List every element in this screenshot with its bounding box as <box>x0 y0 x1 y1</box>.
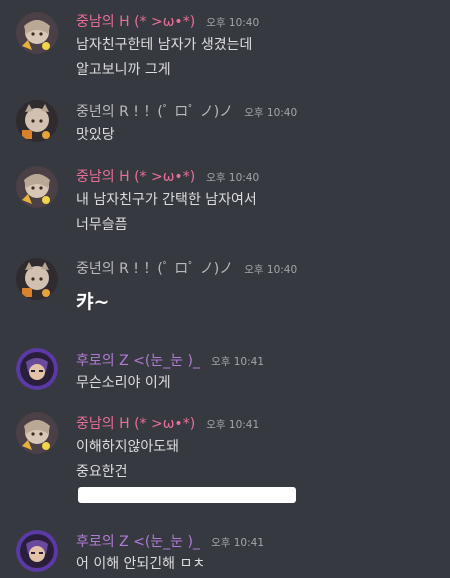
username[interactable]: 중남의 H (* >ω•*) <box>76 416 195 432</box>
message-text: 알고보니까 그게 <box>76 62 171 78</box>
message-text: 중요한건 <box>76 464 128 480</box>
username[interactable]: 후로의 Z <(눈_눈 )_ <box>76 353 200 369</box>
message-text: 이해하지않아도돼 <box>76 439 180 455</box>
user-avatar[interactable] <box>16 530 58 572</box>
username[interactable]: 후로의 Z <(눈_눈 )_ <box>76 534 200 550</box>
username[interactable]: 중남의 H (* >ω•*) <box>76 169 195 185</box>
timestamp: 오후 10:40 <box>244 264 298 276</box>
user-avatar[interactable] <box>16 258 58 300</box>
message-text: 너무슬픔 <box>76 217 128 233</box>
timestamp: 오후 10:41 <box>206 419 260 431</box>
user-avatar[interactable] <box>16 412 58 454</box>
message-text: 남자친구한테 남자가 생겼는데 <box>76 37 253 53</box>
user-avatar[interactable] <box>16 348 58 390</box>
timestamp: 오후 10:41 <box>211 356 265 368</box>
message-text: 내 남자친구가 간택한 남자여서 <box>76 192 257 208</box>
username[interactable]: 중남의 H (* >ω•*) <box>76 14 195 30</box>
message-text: 맛있당 <box>76 127 115 143</box>
timestamp: 오후 10:40 <box>206 17 260 29</box>
timestamp: 오후 10:40 <box>206 172 260 184</box>
timestamp: 오후 10:40 <box>244 107 298 119</box>
message-text: 어 이해 안되긴해 ㅁㅊ <box>76 556 206 572</box>
redacted-line <box>78 487 296 503</box>
username[interactable]: 중년의 R ! ！(ﾟ ロﾟ ノ)ノ <box>76 104 233 120</box>
username[interactable]: 중년의 R ! ！(ﾟ ロﾟ ノ)ノ <box>76 261 233 277</box>
user-avatar[interactable] <box>16 12 58 54</box>
message-text: 무슨소리야 이게 <box>76 375 171 391</box>
timestamp: 오후 10:41 <box>211 537 265 549</box>
user-avatar[interactable] <box>16 166 58 208</box>
user-avatar[interactable] <box>16 100 58 142</box>
message-text: 캬~ <box>76 291 110 313</box>
